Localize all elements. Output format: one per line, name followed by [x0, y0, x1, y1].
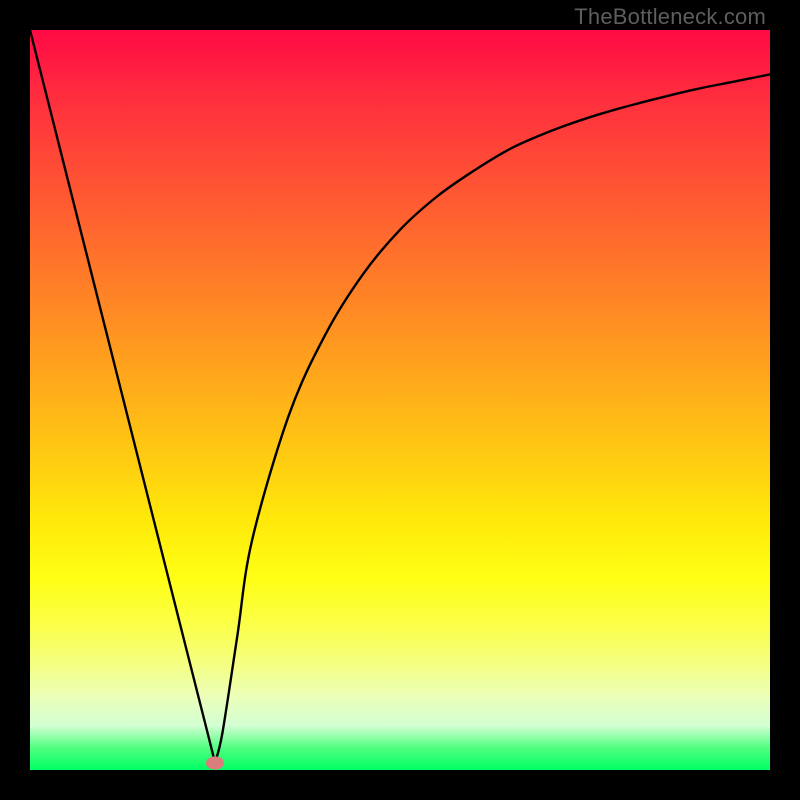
- chart-frame: TheBottleneck.com: [0, 0, 800, 800]
- bottleneck-curve: [30, 30, 770, 763]
- watermark-text: TheBottleneck.com: [574, 4, 766, 30]
- plot-area: [30, 30, 770, 770]
- optimum-marker: [206, 756, 224, 769]
- curve-layer: [30, 30, 770, 770]
